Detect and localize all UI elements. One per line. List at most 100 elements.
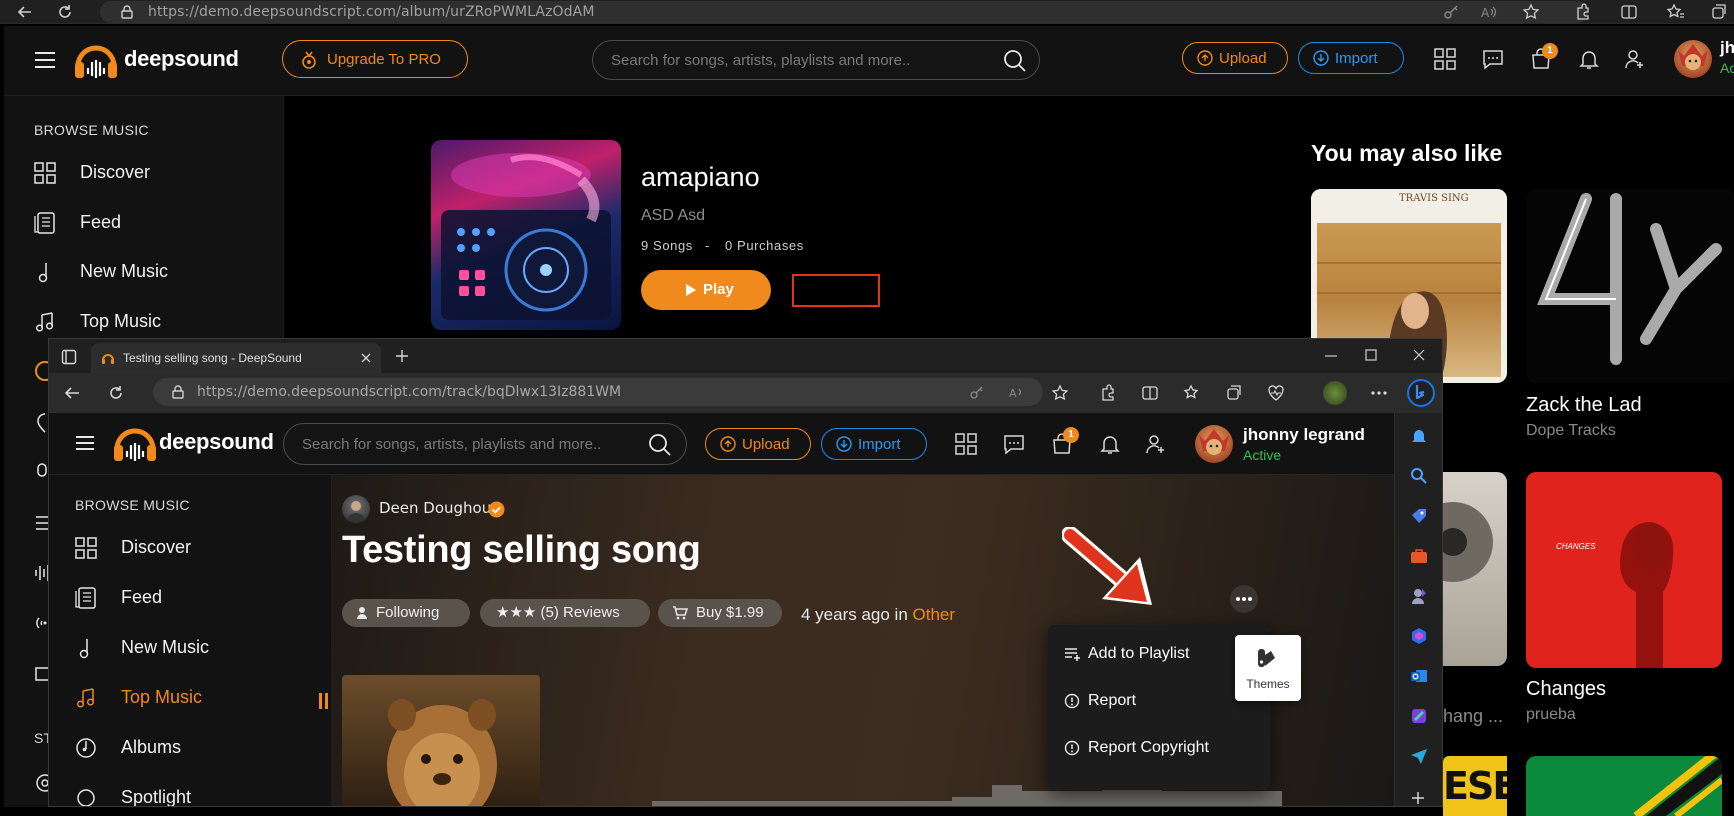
minimize-icon[interactable] — [1325, 355, 1337, 357]
inner-sidebar-item-top-music[interactable]: Top Music — [121, 687, 202, 708]
also-like-cover-4[interactable]: CHANGES — [1526, 472, 1722, 668]
inner-favorites-icon[interactable] — [1183, 384, 1201, 402]
inner-sidebar-item-spotlight[interactable]: Spotlight — [121, 787, 191, 806]
track-category-link[interactable]: Other — [913, 605, 956, 624]
more-options-button[interactable] — [1230, 585, 1258, 613]
play-button[interactable]: Play — [641, 270, 771, 310]
inner-read-aloud-icon[interactable]: A — [1009, 384, 1025, 400]
sidebar-outlook-icon[interactable] — [1410, 667, 1428, 685]
outer-sidebar-item-new-music[interactable]: New Music — [80, 261, 168, 282]
maximize-icon[interactable] — [1365, 349, 1377, 361]
split-screen-icon[interactable] — [1620, 3, 1638, 21]
close-tab-icon[interactable] — [361, 353, 371, 363]
key-icon[interactable] — [1442, 3, 1460, 21]
sidebar-office-icon[interactable] — [1410, 627, 1428, 645]
inner-star-icon[interactable] — [1051, 384, 1069, 402]
also-like-cover-2[interactable] — [1526, 189, 1734, 383]
sidebar-add-icon[interactable] — [1411, 791, 1425, 805]
track-artist-name[interactable]: Deen Doughouz — [379, 499, 499, 517]
collections-icon[interactable] — [1710, 3, 1728, 21]
inner-search-icon[interactable] — [648, 433, 672, 457]
search-icon[interactable] — [1003, 49, 1027, 73]
new-tab-icon[interactable] — [395, 349, 409, 363]
inner-add-user-icon[interactable] — [1145, 433, 1167, 455]
inner-key-icon[interactable] — [969, 384, 985, 400]
sidebar-bell-icon[interactable] — [1410, 427, 1428, 445]
inner-search-input[interactable]: Search for songs, artists, playlists and… — [283, 423, 687, 465]
themes-button[interactable]: Themes — [1235, 635, 1301, 701]
following-button[interactable]: Following — [342, 599, 470, 627]
inner-sidebar-item-feed[interactable]: Feed — [121, 587, 162, 608]
extensions-icon[interactable] — [1574, 3, 1592, 21]
also-like-cover-5[interactable]: ESE — [1443, 756, 1507, 816]
sidebar-send-icon[interactable] — [1410, 747, 1428, 765]
artist-avatar[interactable] — [342, 495, 370, 523]
bell-icon[interactable] — [1578, 48, 1600, 70]
hamburger-menu-icon[interactable] — [34, 51, 56, 69]
inner-dashboard-icon[interactable] — [955, 433, 977, 455]
tab-actions-icon[interactable] — [61, 349, 77, 365]
inner-bell-icon[interactable] — [1099, 433, 1121, 455]
deepsound-logo-text[interactable]: deepsound — [124, 46, 239, 72]
inner-back-icon[interactable] — [63, 385, 81, 401]
outer-sidebar-item-top-music[interactable]: Top Music — [80, 311, 161, 332]
deepsound-logo-icon[interactable] — [74, 40, 118, 82]
also-like-title-3[interactable]: hang ... — [1443, 706, 1503, 727]
outer-avatar[interactable] — [1674, 40, 1712, 78]
inner-sidebar-item-new-music[interactable]: New Music — [121, 637, 209, 658]
inner-logo-text[interactable]: deepsound — [159, 429, 274, 455]
inner-sidebar-item-albums[interactable]: Albums — [121, 737, 181, 758]
inner-profile-avatar[interactable] — [1323, 381, 1347, 405]
outer-sidebar-item-feed[interactable]: Feed — [80, 212, 121, 233]
also-like-cover-6[interactable] — [1526, 756, 1722, 816]
bing-copilot-icon[interactable] — [1407, 379, 1435, 407]
inner-address-bar[interactable]: https://demo.deepsoundscript.com/track/b… — [153, 378, 1043, 406]
menu-report[interactable]: Report — [1088, 692, 1136, 710]
album-artist[interactable]: ASD Asd — [641, 207, 705, 225]
also-like-title-2[interactable]: Zack the Lad — [1526, 394, 1642, 417]
refresh-icon[interactable] — [56, 3, 74, 21]
inner-import-button[interactable]: Import — [821, 428, 927, 460]
outer-user-name[interactable]: jh — [1720, 38, 1734, 58]
read-aloud-icon[interactable]: A — [1480, 3, 1498, 21]
close-window-icon[interactable] — [1413, 349, 1425, 361]
inner-upload-button[interactable]: Upload — [705, 428, 811, 460]
menu-add-to-playlist[interactable]: Add to Playlist — [1088, 645, 1189, 663]
inner-heart-pulse-icon[interactable] — [1267, 384, 1285, 402]
inner-collections-icon[interactable] — [1225, 384, 1243, 402]
messages-icon[interactable] — [1482, 48, 1504, 70]
outer-upload-button[interactable]: Upload — [1182, 42, 1288, 74]
also-like-subtitle-2[interactable]: Dope Tracks — [1526, 422, 1616, 440]
favorites-icon[interactable] — [1666, 3, 1684, 21]
outer-search-input[interactable]: Search for songs, artists, playlists and… — [592, 40, 1040, 80]
also-like-subtitle-4[interactable]: prueba — [1526, 706, 1576, 724]
inner-refresh-icon[interactable] — [107, 384, 125, 402]
inner-messages-icon[interactable] — [1003, 433, 1025, 455]
inner-more-icon[interactable] — [1371, 391, 1387, 395]
dashboard-icon[interactable] — [1434, 48, 1456, 70]
favorite-star-icon[interactable] — [1522, 3, 1540, 21]
inner-active-tab[interactable]: Testing selling song - DeepSound — [91, 343, 381, 373]
inner-hamburger-icon[interactable] — [75, 435, 95, 451]
inner-avatar[interactable] — [1195, 425, 1233, 463]
inner-extensions-icon[interactable] — [1099, 384, 1117, 402]
upgrade-pro-button[interactable]: Upgrade To PRO — [282, 40, 468, 78]
sidebar-designer-icon[interactable] — [1410, 707, 1428, 725]
sidebar-shopping-icon[interactable] — [1410, 507, 1428, 525]
sidebar-tools-icon[interactable] — [1410, 547, 1428, 565]
inner-sidebar-item-discover[interactable]: Discover — [121, 537, 191, 558]
sidebar-games-icon[interactable] — [1410, 587, 1428, 605]
reviews-button[interactable]: ★★★ (5) Reviews — [480, 599, 650, 627]
inner-user-name[interactable]: jhonny legrand — [1243, 425, 1365, 445]
also-like-title-4[interactable]: Changes — [1526, 678, 1606, 701]
sidebar-search-icon[interactable] — [1410, 467, 1428, 485]
outer-address-bar[interactable]: https://demo.deepsoundscript.com/album/u… — [100, 1, 1588, 23]
back-icon[interactable] — [16, 3, 34, 21]
inner-split-screen-icon[interactable] — [1141, 384, 1159, 402]
outer-sidebar-item-discover[interactable]: Discover — [80, 162, 150, 183]
menu-report-copyright[interactable]: Report Copyright — [1088, 739, 1209, 757]
also-like-cover-3[interactable] — [1443, 472, 1507, 666]
outer-import-button[interactable]: Import — [1298, 42, 1404, 74]
add-user-icon[interactable] — [1624, 48, 1646, 70]
inner-logo-icon[interactable] — [113, 423, 157, 465]
